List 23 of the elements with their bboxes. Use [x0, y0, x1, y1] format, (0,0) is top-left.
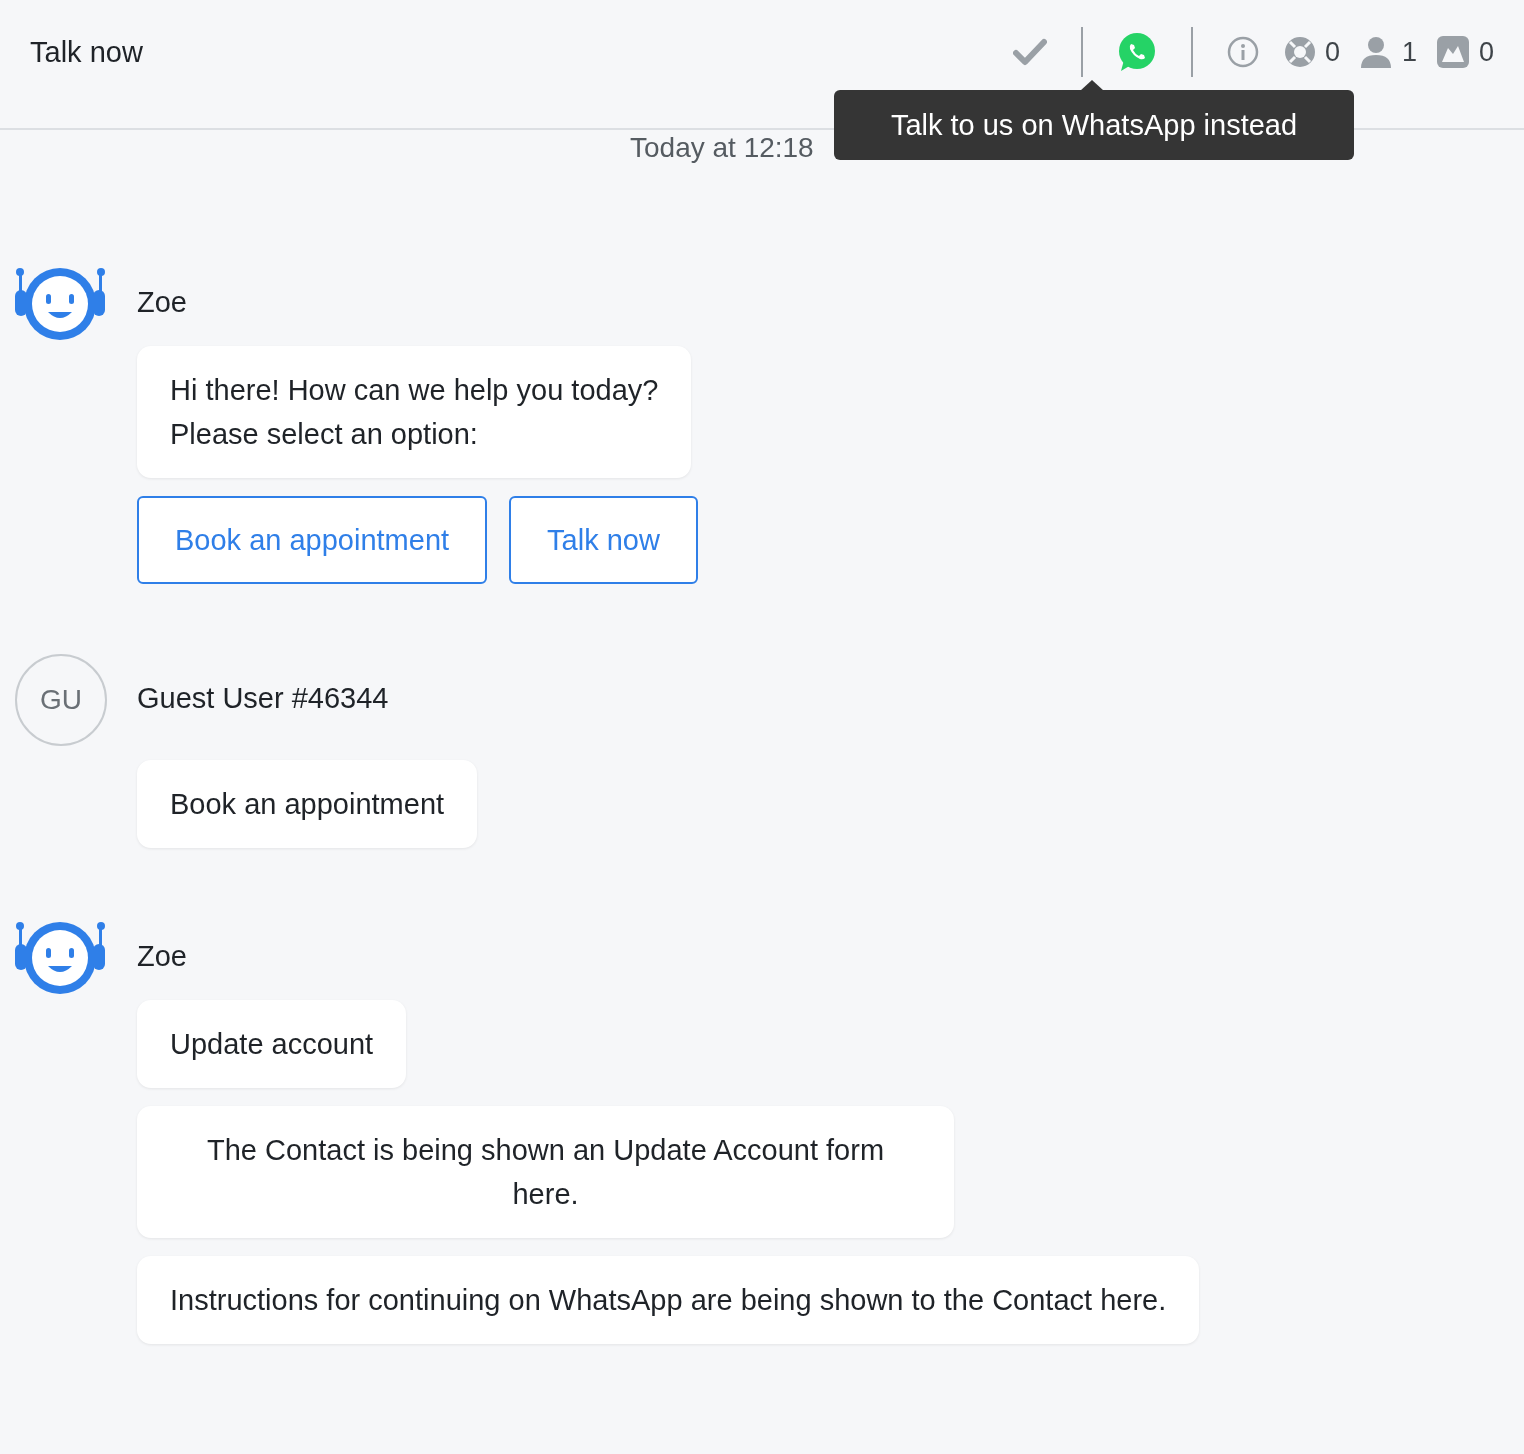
message-bubble: The Contact is being shown an Update Account form here. — [137, 1106, 955, 1238]
counter-button[interactable]: 0 — [1436, 36, 1494, 68]
option-button[interactable]: Book an appointment — [137, 496, 488, 584]
option-button[interactable]: Talk now — [509, 496, 698, 584]
counter-button[interactable]: 1 — [1359, 36, 1417, 68]
checkmark-icon[interactable] — [1012, 38, 1047, 66]
conversation-title: Talk now — [30, 35, 144, 70]
sender-name: Guest User #46344 — [137, 680, 389, 716]
user-avatar: GU — [15, 654, 107, 746]
counter-button[interactable]: 0 — [1284, 36, 1340, 68]
message-bubble: Book an appointment — [137, 760, 478, 848]
message-bubble: Update account — [137, 1000, 407, 1088]
lifebuoy-icon — [1284, 37, 1315, 67]
tooltip: Talk to us on WhatsApp instead — [834, 90, 1354, 160]
person-icon — [1359, 36, 1392, 68]
message-bubble: Hi there! How can we help you today? Please select an option: — [137, 346, 692, 478]
timestamp: Today at 12:18 — [629, 132, 815, 164]
info-icon[interactable] — [1226, 36, 1259, 68]
sender-name: Zoe — [137, 284, 187, 320]
image-icon — [1436, 36, 1469, 68]
sender-name: Zoe — [137, 938, 187, 974]
whatsapp-icon[interactable] — [1116, 32, 1157, 72]
message-bubble: Instructions for continuing on WhatsApp are being shown to the Contact here. — [137, 1256, 1200, 1344]
